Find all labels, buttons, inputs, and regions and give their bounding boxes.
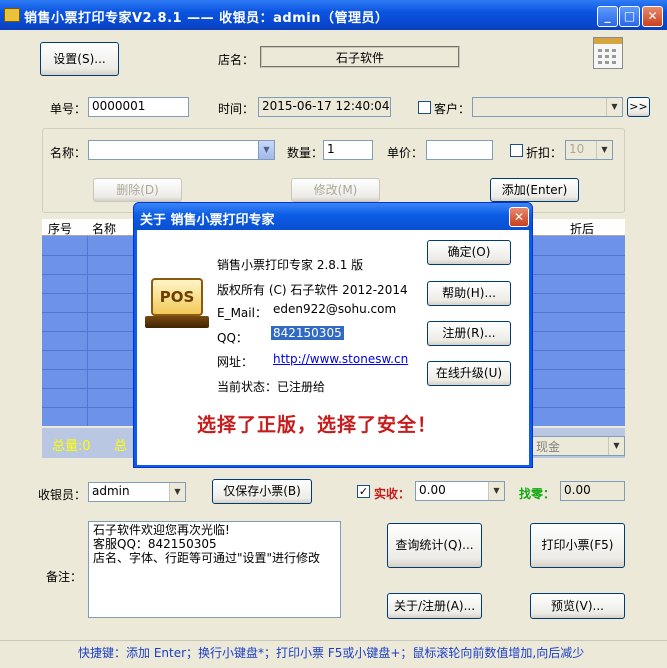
- modify-button[interactable]: 修改(M): [291, 178, 380, 202]
- col-after-discount[interactable]: 折后: [570, 220, 594, 237]
- product-name: 销售小票打印专家 2.8.1 版: [217, 258, 364, 272]
- change-label: 找零：: [519, 487, 556, 501]
- col-name[interactable]: 名称: [92, 220, 116, 237]
- dialog-upgrade-button[interactable]: 在线升级(U): [427, 361, 511, 386]
- cashier-label: 收银员：: [38, 488, 87, 502]
- calendar-icon[interactable]: [593, 37, 623, 69]
- add-button[interactable]: 添加(Enter): [490, 178, 579, 202]
- site-label: 网址：: [217, 355, 254, 369]
- col-seq[interactable]: 序号: [48, 220, 72, 237]
- registration-status: 当前状态：已注册给: [217, 380, 326, 394]
- status-bar: 快捷键：添加 Enter；换行小键盘*；打印小票 F5或小键盘+；鼠标滚轮向前数…: [0, 640, 667, 662]
- about-register-button[interactable]: 关于/注册(A)...: [387, 593, 482, 619]
- dialog-title: 关于 销售小票打印专家: [140, 213, 275, 228]
- qty-field[interactable]: 1: [323, 140, 373, 160]
- email-value: eden922@sohu.com: [273, 302, 397, 316]
- price-label: 单价：: [387, 146, 424, 160]
- settings-button[interactable]: 设置(S)...: [40, 42, 119, 76]
- title-bar[interactable]: 销售小票打印专家V2.8.1 —— 收银员：admin（管理员） _ □ ✕: [0, 0, 667, 30]
- copyright: 版权所有 (C) 石子软件 2012-2014: [217, 283, 408, 297]
- item-name-combo[interactable]: ▼: [88, 140, 275, 160]
- received-field[interactable]: 0.00 ▼: [415, 481, 505, 501]
- note-label: 备注：: [46, 570, 83, 584]
- received-checkbox[interactable]: ✓: [357, 485, 370, 498]
- customer-label: 客户：: [434, 102, 471, 116]
- qq-label: QQ：: [217, 331, 248, 345]
- dialog-close-button[interactable]: ✕: [509, 207, 529, 227]
- note-textarea[interactable]: 石子软件欢迎您再次光临! 客服QQ：842150305 店名、字体、行距等可通过…: [88, 521, 341, 618]
- discount-label: 折扣：: [526, 146, 563, 160]
- chevron-down-icon[interactable]: ▼: [596, 141, 612, 159]
- total-amount: 总: [114, 439, 128, 454]
- dialog-register-button[interactable]: 注册(R)...: [427, 321, 511, 346]
- store-label: 店名：: [218, 53, 255, 67]
- app-icon: [4, 8, 20, 22]
- received-label: 实收：: [374, 487, 411, 501]
- time-field: 2015-06-17 12:40:04: [258, 97, 391, 117]
- customer-more-button[interactable]: >>: [627, 97, 650, 117]
- price-field[interactable]: [426, 140, 493, 160]
- save-only-button[interactable]: 仅保存小票(B): [212, 479, 312, 504]
- discount-checkbox[interactable]: [510, 144, 523, 157]
- order-number-field[interactable]: 0000001: [88, 97, 189, 117]
- discount-combo[interactable]: 10 ▼: [565, 140, 613, 160]
- chevron-down-icon[interactable]: ▼: [169, 483, 185, 501]
- dialog-title-bar[interactable]: 关于 销售小票打印专家: [134, 203, 532, 230]
- slogan: 选择了正版，选择了安全！: [197, 414, 438, 436]
- query-stats-button[interactable]: 查询统计(Q)...: [387, 523, 482, 568]
- window-title: 销售小票打印专家V2.8.1 —— 收银员：admin（管理员）: [24, 11, 389, 26]
- dialog-help-button[interactable]: 帮助(H)...: [427, 281, 511, 306]
- maximize-button[interactable]: □: [619, 6, 640, 27]
- store-name-field: 石子软件: [260, 46, 460, 68]
- pos-icon-base: [145, 316, 209, 328]
- chevron-down-icon[interactable]: ▼: [258, 141, 274, 159]
- dialog-ok-button[interactable]: 确定(O): [427, 240, 511, 265]
- delete-button[interactable]: 删除(D): [93, 178, 182, 202]
- email-label: E_Mail：: [217, 306, 267, 320]
- close-button[interactable]: ✕: [642, 6, 663, 27]
- chevron-down-icon[interactable]: ▼: [606, 98, 622, 116]
- minimize-button[interactable]: _: [597, 6, 618, 27]
- cashier-combo[interactable]: admin ▼: [88, 482, 186, 502]
- chevron-down-icon[interactable]: ▼: [488, 482, 504, 500]
- pos-icon: POS: [151, 278, 203, 316]
- time-label: 时间：: [218, 102, 255, 116]
- qty-label: 数量：: [287, 146, 324, 160]
- payment-method-combo[interactable]: 现金 ▼: [532, 436, 625, 456]
- about-dialog: 关于 销售小票打印专家 ✕ POS 销售小票打印专家 2.8.1 版 版权所有 …: [133, 202, 533, 468]
- item-name-label: 名称：: [50, 146, 87, 160]
- dialog-body: POS 销售小票打印专家 2.8.1 版 版权所有 (C) 石子软件 2012-…: [137, 230, 529, 465]
- qq-value[interactable]: 842150305: [271, 326, 344, 340]
- customer-combo[interactable]: ▼: [472, 97, 623, 117]
- print-receipt-button[interactable]: 打印小票(F5): [530, 523, 625, 568]
- shortcut-hint: 快捷键：添加 Enter；换行小键盘*；打印小票 F5或小键盘+；鼠标滚轮向前数…: [78, 646, 585, 660]
- total-qty: 总量:0: [52, 439, 91, 454]
- site-link[interactable]: http://www.stonesw.cn: [273, 352, 408, 366]
- change-field: 0.00: [560, 481, 625, 501]
- order-number-label: 单号：: [50, 102, 87, 116]
- customer-checkbox[interactable]: [418, 101, 431, 114]
- preview-button[interactable]: 预览(V)...: [530, 593, 625, 619]
- chevron-down-icon[interactable]: ▼: [608, 437, 624, 455]
